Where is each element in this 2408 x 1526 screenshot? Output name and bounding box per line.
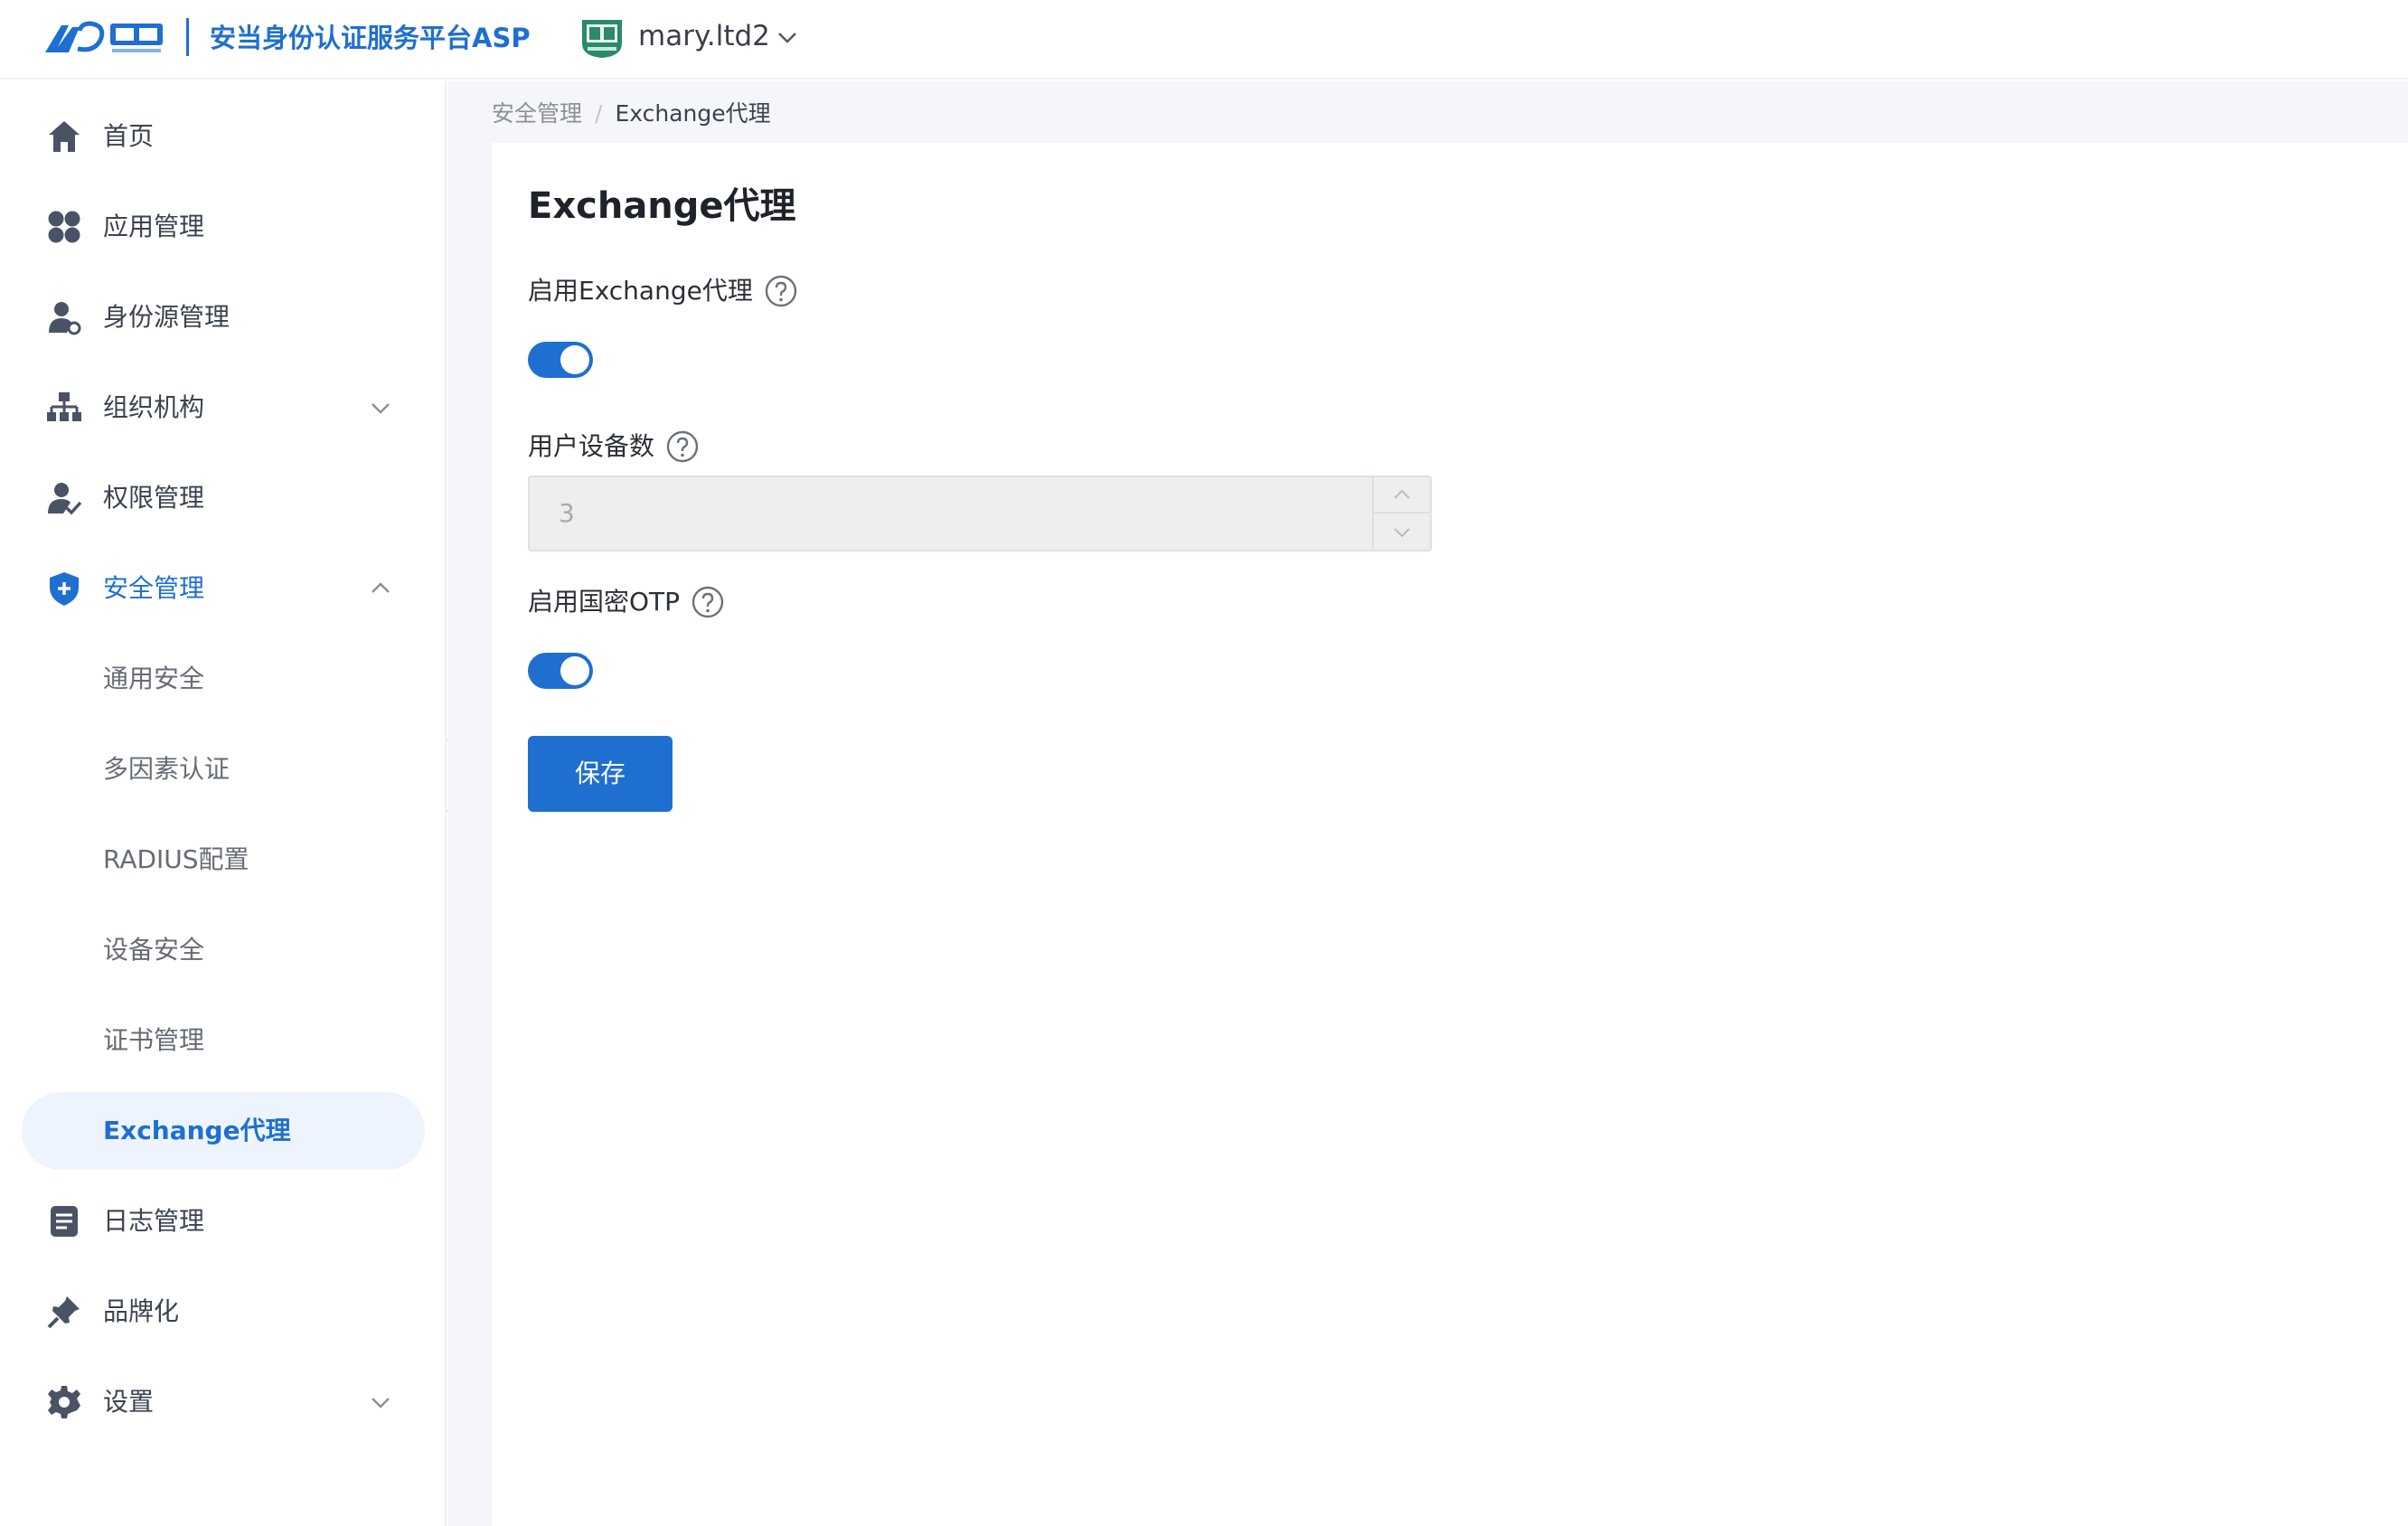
sidebar-item-home[interactable]: 首页 xyxy=(22,98,425,175)
enable-otp-toggle[interactable] xyxy=(528,653,593,689)
sidebar-item-label: 设备安全 xyxy=(103,935,205,965)
sidebar-item-label: 通用安全 xyxy=(103,664,205,693)
top-header: 安当身份认证服务平台ASP mary.ltd2 xyxy=(0,0,2408,80)
sidebar-subitem-certificates[interactable]: 证书管理 xyxy=(22,1002,425,1079)
platform-name: 安当身份认证服务平台ASP xyxy=(210,23,531,53)
increment-button[interactable] xyxy=(1374,477,1430,513)
chevron-down-icon xyxy=(1394,528,1410,538)
andang-logo xyxy=(45,21,163,52)
sidebar-item-label: 应用管理 xyxy=(103,212,205,241)
sidebar-item-identity-source[interactable]: 身份源管理 xyxy=(22,278,425,356)
log-icon xyxy=(51,1206,78,1237)
gear-icon xyxy=(48,1386,80,1418)
decrement-button[interactable] xyxy=(1374,513,1430,550)
sidebar-item-permissions[interactable]: 权限管理 xyxy=(22,459,425,537)
help-icon[interactable] xyxy=(691,585,725,619)
page-title: Exchange代理 xyxy=(528,185,796,227)
sidebar-item-label: 身份源管理 xyxy=(103,302,230,332)
help-icon[interactable] xyxy=(764,274,798,308)
save-button[interactable]: 保存 xyxy=(528,736,673,812)
sidebar-item-label: 设置 xyxy=(103,1387,155,1417)
device-count-label-text: 用户设备数 xyxy=(528,431,655,461)
quantity-stepper xyxy=(1372,477,1430,550)
sidebar-subitem-general-security[interactable]: 通用安全 xyxy=(22,640,425,718)
breadcrumb-separator: / xyxy=(595,100,603,127)
sidebar-item-label: 证书管理 xyxy=(103,1025,205,1055)
sidebar-item-label: 品牌化 xyxy=(103,1296,180,1326)
chevron-down-icon xyxy=(372,403,390,414)
sidebar-item-settings[interactable]: 设置 xyxy=(22,1363,425,1441)
device-count-value: 3 xyxy=(559,498,575,528)
identity-source-icon xyxy=(49,302,81,335)
device-count-input[interactable]: 3 xyxy=(528,476,1432,551)
device-count-label: 用户设备数 xyxy=(528,429,700,465)
chevron-down-icon xyxy=(372,1398,390,1408)
apps-icon xyxy=(48,211,80,243)
enable-exchange-label-text: 启用Exchange代理 xyxy=(528,276,753,306)
help-icon[interactable] xyxy=(665,429,700,464)
chevron-up-icon xyxy=(1394,489,1410,499)
enable-exchange-toggle[interactable] xyxy=(528,342,593,378)
brand-pin-icon xyxy=(47,1296,80,1329)
user-permission-icon xyxy=(48,483,82,515)
sidebar-item-label: 权限管理 xyxy=(103,483,205,513)
shield-icon xyxy=(50,572,79,606)
enable-exchange-label: 启用Exchange代理 xyxy=(528,273,798,309)
sidebar-item-label: 首页 xyxy=(103,121,155,151)
sidebar-item-apps[interactable]: 应用管理 xyxy=(22,188,425,266)
sidebar: 首页 应用管理 身份源管理 组织机构 权限管理 安全管理 通用安全 多因素认证 … xyxy=(0,81,447,1526)
sidebar-item-label: 安全管理 xyxy=(103,573,205,603)
sidebar-subitem-device-security[interactable]: 设备安全 xyxy=(22,911,425,989)
sidebar-subitem-exchange-proxy[interactable]: Exchange代理 xyxy=(22,1092,425,1170)
content-card xyxy=(492,143,2408,1526)
toggle-knob xyxy=(560,656,589,685)
sidebar-item-logs[interactable]: 日志管理 xyxy=(22,1182,425,1260)
sidebar-item-branding[interactable]: 品牌化 xyxy=(22,1273,425,1351)
sidebar-item-label: 日志管理 xyxy=(103,1206,205,1236)
sidebar-subitem-radius[interactable]: RADIUS配置 xyxy=(22,821,425,899)
sidebar-subitem-mfa[interactable]: 多因素认证 xyxy=(22,730,425,808)
logo-divider xyxy=(186,18,189,56)
breadcrumb: 安全管理 / Exchange代理 xyxy=(492,98,771,130)
sidebar-item-security[interactable]: 安全管理 xyxy=(22,550,425,627)
breadcrumb-current: Exchange代理 xyxy=(615,100,771,127)
breadcrumb-parent[interactable]: 安全管理 xyxy=(492,98,582,130)
sidebar-item-organization[interactable]: 组织机构 xyxy=(22,369,425,447)
sidebar-item-label: Exchange代理 xyxy=(103,1116,291,1145)
tenant-logo[interactable] xyxy=(578,16,626,60)
chevron-up-icon xyxy=(372,582,390,593)
chevron-down-icon[interactable] xyxy=(774,24,801,51)
home-icon xyxy=(49,121,80,152)
sidebar-item-label: 多因素认证 xyxy=(103,754,230,784)
sidebar-item-label: 组织机构 xyxy=(103,392,205,422)
sidebar-item-label: RADIUS配置 xyxy=(103,844,249,874)
toggle-knob xyxy=(560,345,589,374)
tenant-name[interactable]: mary.ltd2 xyxy=(638,18,770,54)
enable-otp-label-text: 启用国密OTP xyxy=(528,587,681,617)
org-chart-icon xyxy=(47,392,81,421)
enable-otp-label: 启用国密OTP xyxy=(528,584,725,620)
